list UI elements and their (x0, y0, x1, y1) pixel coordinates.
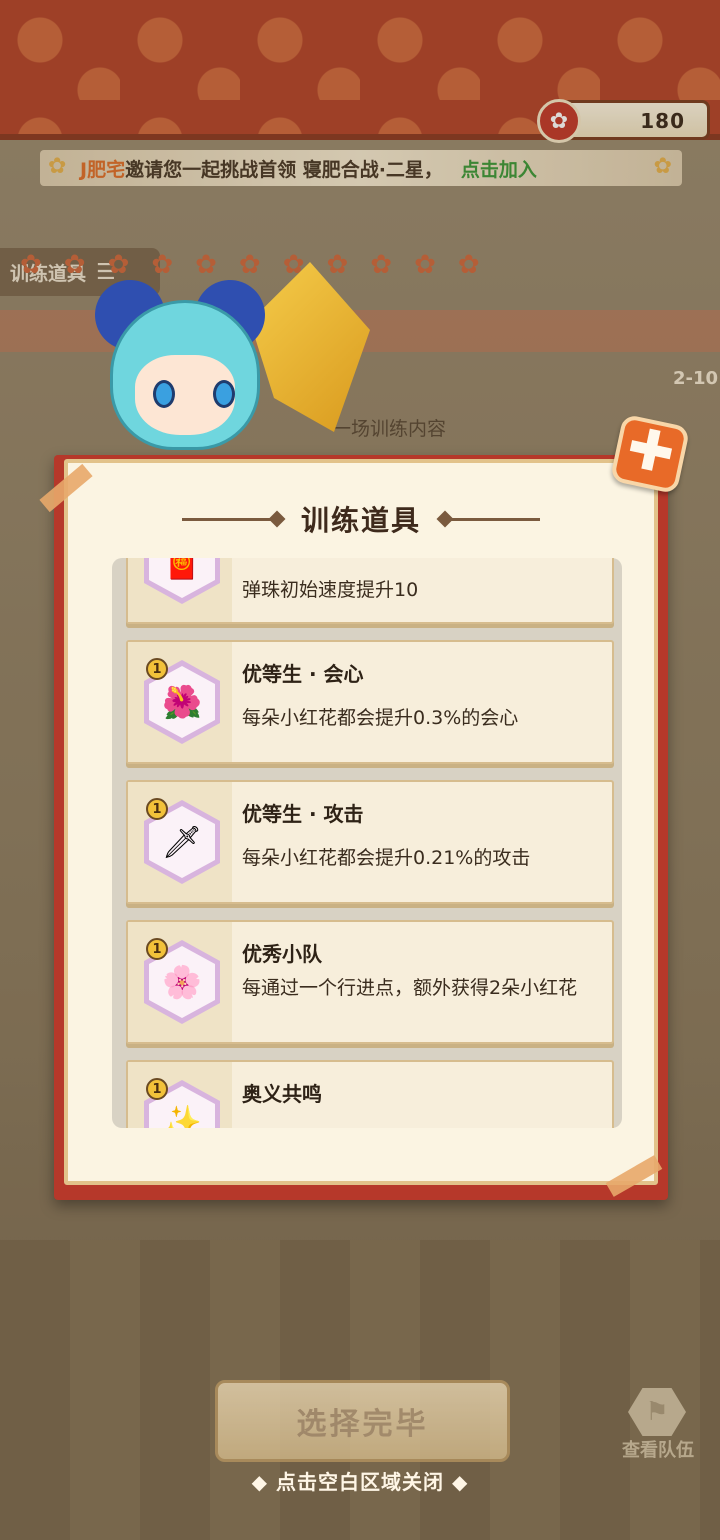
item-badge: 1 (146, 1078, 168, 1100)
item-badge: 1 (146, 938, 168, 960)
modal-title: 训练道具 (300, 504, 421, 537)
items-list[interactable]: 🧧 弹珠初始速度提升10 🌺 1 优等生 · 会心 每朵小红花都会提升0.3%的… (112, 558, 622, 1128)
list-item[interactable]: 🗡 1 优等生 · 攻击 每朵小红花都会提升0.21%的攻击 (126, 780, 614, 904)
items-list-scroll[interactable]: 🧧 弹珠初始速度提升10 🌺 1 优等生 · 会心 每朵小红花都会提升0.3%的… (126, 558, 614, 1128)
list-item[interactable]: 🌸 1 优秀小队 每通过一个行进点，额外获得2朵小红花 (126, 920, 614, 1044)
item-name: 优等生 · 攻击 (242, 802, 364, 826)
character-avatar (85, 270, 275, 470)
list-item[interactable]: 🌺 1 优等生 · 会心 每朵小红花都会提升0.3%的会心 (126, 640, 614, 764)
list-item[interactable]: ✨ 1 奥义共鸣 (126, 1060, 614, 1128)
item-desc: 每朵小红花都会提升0.21%的攻击 (242, 847, 531, 869)
training-items-modal: 训练道具 🧧 弹珠初始速度提升10 🌺 1 优等生 · 会心 每朵小红花都会提升 (54, 455, 668, 1200)
select-done-button[interactable]: 选择完毕 (215, 1380, 510, 1462)
view-team-label: 查看队伍 (622, 1440, 694, 1461)
item-desc: 弹珠初始速度提升10 (242, 579, 419, 601)
item-name: 奥义共鸣 (242, 1082, 322, 1106)
close-hint: ◆ 点击空白区域关闭 ◆ (251, 1470, 469, 1494)
item-badge: 1 (146, 798, 168, 820)
modal-panel: 训练道具 🧧 弹珠初始速度提升10 🌺 1 优等生 · 会心 每朵小红花都会提升 (64, 459, 658, 1185)
item-name: 优等生 · 会心 (242, 662, 364, 686)
modal-header: 训练道具 (68, 499, 654, 539)
item-desc: 每朵小红花都会提升0.3%的会心 (242, 707, 519, 729)
list-item[interactable]: 🧧 弹珠初始速度提升10 (126, 558, 614, 624)
flag-icon: ⚑ (628, 1388, 686, 1436)
close-button[interactable]: ✚ (609, 413, 691, 495)
view-team-button[interactable]: ⚑ 查看队伍 (606, 1388, 710, 1462)
item-badge: 1 (146, 658, 168, 680)
item-desc: 每通过一个行进点，额外获得2朵小红花 (242, 977, 578, 999)
item-name: 优秀小队 (242, 942, 322, 966)
